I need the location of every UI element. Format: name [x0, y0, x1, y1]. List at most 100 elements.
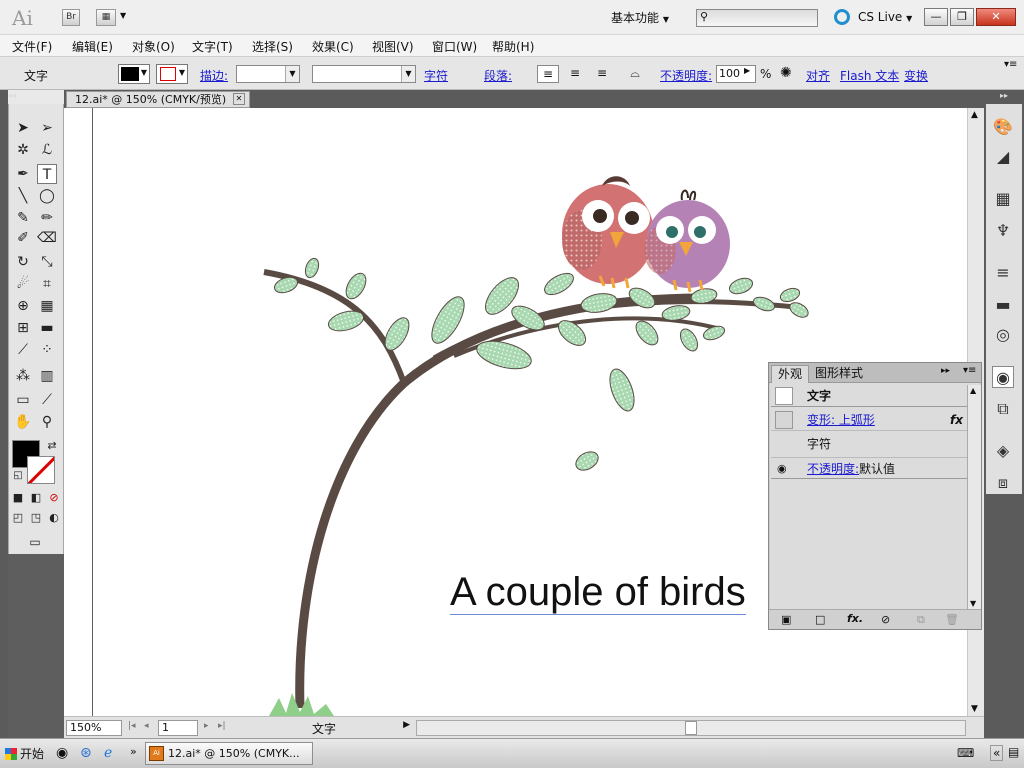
default-colors-icon[interactable]: ◱: [8, 466, 28, 486]
menu-file[interactable]: 文件(F): [12, 38, 52, 55]
taskbar-illustrator-item[interactable]: Ai 12.ai* @ 150% (CMYK...: [145, 742, 313, 765]
network-icon[interactable]: ▤: [1008, 745, 1019, 759]
symbol-sprayer-tool-icon[interactable]: ⁂: [13, 366, 33, 386]
scroll-up-icon[interactable]: ▲: [970, 386, 976, 395]
scroll-down-icon[interactable]: ▼: [971, 704, 978, 714]
menu-object[interactable]: 对象(O): [132, 38, 175, 55]
ie-icon[interactable]: ℯ: [104, 745, 112, 761]
magic-wand-tool-icon[interactable]: ✲: [13, 140, 33, 160]
start-button[interactable]: 开始: [2, 743, 50, 765]
delete-item-icon[interactable]: 🗑: [945, 613, 959, 626]
help-search-input[interactable]: ⚲: [696, 9, 818, 27]
warp-arc-upper-link[interactable]: 变形: 上弧形: [807, 409, 875, 431]
stroke-color-swatch[interactable]: ▼: [156, 64, 188, 84]
stroke-color-indicator[interactable]: [27, 456, 55, 484]
artboards-icon[interactable]: ⧈: [992, 472, 1014, 494]
show-tray-icon[interactable]: «: [990, 745, 1004, 761]
color-guide-icon[interactable]: ◢: [992, 146, 1014, 168]
zoom-tool-icon[interactable]: ⚲: [37, 412, 57, 432]
perspective-grid-tool-icon[interactable]: ▦: [37, 296, 57, 316]
clear-appearance-icon[interactable]: ⊘: [881, 613, 890, 626]
envelope-warp-icon[interactable]: ⌓: [624, 65, 646, 83]
scale-tool-icon[interactable]: ⤡: [37, 252, 57, 272]
gradient-panel-icon[interactable]: ▬: [992, 294, 1014, 316]
keyboard-icon[interactable]: ⌨: [957, 746, 974, 760]
chevron-right-icon[interactable]: ▶: [744, 66, 750, 75]
fx-icon[interactable]: fx: [950, 409, 963, 431]
pencil-tool-icon[interactable]: ✏: [37, 208, 57, 228]
browser-icon[interactable]: ⊛: [80, 745, 92, 761]
tab-appearance[interactable]: 外观: [771, 365, 810, 383]
appearance-row-type[interactable]: 文字: [771, 385, 967, 407]
last-artboard-icon[interactable]: ▸|: [218, 721, 226, 731]
horizontal-scroll-thumb[interactable]: [685, 721, 697, 735]
transparency-icon[interactable]: ◎: [992, 324, 1014, 346]
add-stroke-icon[interactable]: ▣: [781, 613, 791, 626]
collapse-panel-icon[interactable]: ▸▸: [941, 366, 950, 376]
horizontal-scrollbar[interactable]: [416, 720, 966, 736]
menu-effect[interactable]: 效果(C): [312, 38, 354, 55]
align-link[interactable]: 对齐: [806, 67, 830, 84]
scroll-down-icon[interactable]: ▼: [970, 599, 976, 608]
align-right-icon[interactable]: ≡: [591, 65, 613, 83]
restore-button[interactable]: ❐: [950, 8, 974, 26]
close-button[interactable]: ✕: [976, 8, 1016, 26]
add-effect-icon[interactable]: fx.: [847, 612, 863, 625]
appearance-row-opacity[interactable]: ◉ 不透明度:默认值: [771, 457, 967, 479]
layers-icon[interactable]: ◈: [992, 440, 1014, 462]
flash-text-link[interactable]: Flash 文本: [840, 67, 899, 84]
duplicate-item-icon[interactable]: ⧉: [917, 613, 925, 627]
appearance-row-warp[interactable]: 变形: 上弧形 fx: [771, 409, 967, 431]
add-fill-icon[interactable]: □: [815, 613, 825, 626]
shape-builder-tool-icon[interactable]: ⊕: [13, 296, 33, 316]
menu-help[interactable]: 帮助(H): [492, 38, 534, 55]
chevron-down-icon[interactable]: ▼: [401, 66, 415, 82]
close-tab-icon[interactable]: ✕: [233, 93, 245, 105]
color-panel-icon[interactable]: 🎨: [992, 116, 1014, 138]
first-artboard-icon[interactable]: |◂: [128, 721, 136, 731]
lasso-tool-icon[interactable]: ℒ: [37, 140, 57, 160]
stroke-panel-icon[interactable]: ≡: [992, 262, 1014, 284]
minimize-button[interactable]: —: [924, 8, 948, 26]
visibility-toggle[interactable]: [775, 411, 793, 429]
ellipse-tool-icon[interactable]: ◯: [37, 186, 57, 206]
font-family-field[interactable]: ▼: [312, 65, 416, 83]
stroke-weight-field[interactable]: ▼: [236, 65, 300, 83]
screen-mode-icon[interactable]: ▭: [22, 532, 48, 552]
appearance-scrollbar[interactable]: ▲ ▼: [967, 385, 981, 609]
expand-panels-icon[interactable]: ▸▸: [1000, 91, 1008, 100]
stroke-link[interactable]: 描边:: [200, 67, 228, 84]
paragraph-link[interactable]: 段落:: [484, 67, 512, 84]
none-mode-icon[interactable]: ⊘: [44, 488, 64, 508]
cs-live-menu[interactable]: CS Live ▼: [858, 10, 912, 24]
workspace-switcher[interactable]: 基本功能 ▼: [611, 9, 669, 26]
chevron-down-icon[interactable]: ▼: [285, 66, 299, 82]
previous-artboard-icon[interactable]: ◂: [144, 721, 149, 731]
menu-window[interactable]: 窗口(W): [432, 38, 477, 55]
appearance-panel-icon[interactable]: ◉: [992, 366, 1014, 388]
line-tool-icon[interactable]: ╲: [13, 186, 33, 206]
document-tab[interactable]: 12.ai* @ 150% (CMYK/预览) ✕: [66, 91, 250, 108]
gradient-tool-icon[interactable]: ▬: [37, 318, 57, 338]
fill-color-swatch[interactable]: ▼: [118, 64, 150, 84]
free-transform-tool-icon[interactable]: ⌗: [37, 274, 57, 294]
brushes-icon[interactable]: ♆: [992, 220, 1014, 242]
graphic-styles-icon[interactable]: ⧉: [992, 398, 1014, 420]
scroll-up-icon[interactable]: ▲: [971, 110, 978, 120]
slice-tool-icon[interactable]: ⟋: [37, 390, 57, 410]
swap-colors-icon[interactable]: ⇄: [42, 436, 62, 456]
align-center-icon[interactable]: ≡: [564, 65, 586, 83]
chevron-down-icon[interactable]: ▼: [120, 11, 126, 20]
swatches-icon[interactable]: ▦: [992, 188, 1014, 210]
status-tool-menu[interactable]: 文字 ▶: [234, 720, 414, 736]
artboard-tool-icon[interactable]: ▭: [13, 390, 33, 410]
canvas-text[interactable]: A couple of birds: [450, 570, 746, 615]
arrange-documents-button[interactable]: ▦: [96, 9, 116, 26]
draw-behind-icon[interactable]: ◳: [26, 508, 46, 528]
menu-edit[interactable]: 编辑(E): [72, 38, 113, 55]
menu-select[interactable]: 选择(S): [252, 38, 293, 55]
blend-tool-icon[interactable]: ⁘: [37, 340, 57, 360]
tab-graphic-styles[interactable]: 图形样式: [809, 365, 869, 383]
gradient-mode-icon[interactable]: ◧: [26, 488, 46, 508]
eyedropper-tool-icon[interactable]: ⟋: [13, 340, 33, 360]
